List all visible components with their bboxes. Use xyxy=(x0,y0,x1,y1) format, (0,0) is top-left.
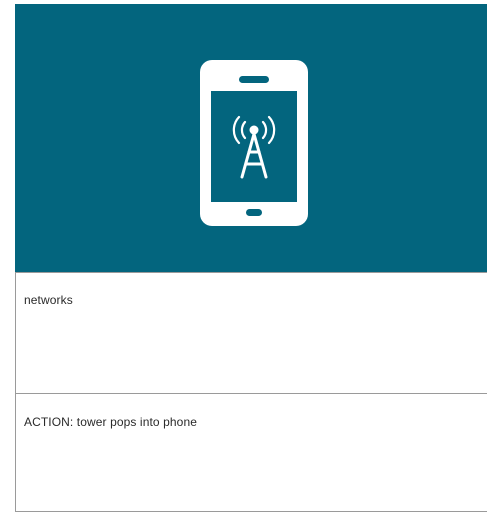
cell-divider-top xyxy=(15,272,487,273)
illustration-panel xyxy=(15,4,487,272)
action-text: ACTION: tower pops into phone xyxy=(24,415,197,429)
cell-divider-middle xyxy=(15,393,487,394)
description-text: networks xyxy=(24,293,73,307)
phone-with-cell-tower-icon xyxy=(200,60,308,226)
